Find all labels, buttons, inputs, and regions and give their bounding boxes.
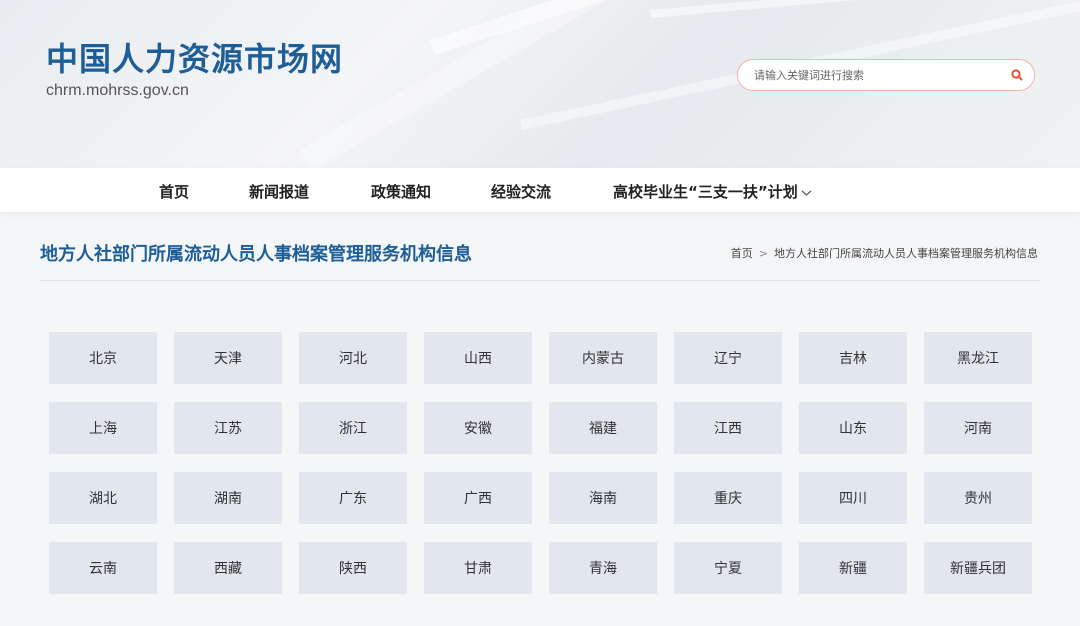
region-button[interactable]: 北京: [49, 332, 157, 384]
nav-item-news[interactable]: 新闻报道: [249, 181, 309, 202]
region-button[interactable]: 江西: [674, 402, 782, 454]
header-decoration: [650, 0, 1070, 18]
region-button[interactable]: 新疆: [799, 542, 907, 594]
region-button[interactable]: 甘肃: [424, 542, 532, 594]
region-button[interactable]: 吉林: [799, 332, 907, 384]
region-button[interactable]: 辽宁: [674, 332, 782, 384]
region-button[interactable]: 云南: [49, 542, 157, 594]
header-decoration: [300, 0, 642, 168]
region-button[interactable]: 山东: [799, 402, 907, 454]
region-button[interactable]: 江苏: [174, 402, 282, 454]
region-button[interactable]: 内蒙古: [549, 332, 657, 384]
nav-item-experience[interactable]: 经验交流: [491, 181, 551, 202]
nav-item-label: 新闻报道: [249, 183, 310, 201]
region-button[interactable]: 四川: [799, 472, 907, 524]
region-button[interactable]: 贵州: [924, 472, 1032, 524]
site-domain: chrm.mohrss.gov.cn: [46, 82, 189, 99]
region-button[interactable]: 西藏: [174, 542, 282, 594]
search-box: [737, 59, 1035, 91]
search-icon[interactable]: [1010, 68, 1024, 82]
page-title: 地方人社部门所属流动人员人事档案管理服务机构信息: [40, 244, 472, 265]
nav-item-policy[interactable]: 政策通知: [371, 181, 431, 202]
region-button[interactable]: 山西: [424, 332, 532, 384]
region-button[interactable]: 青海: [549, 542, 657, 594]
region-button[interactable]: 河北: [299, 332, 407, 384]
region-grid: 北京 天津 河北 山西 内蒙古 辽宁 吉林 黑龙江 上海 江苏 浙江 安徽 福建…: [49, 332, 1032, 594]
region-button[interactable]: 黑龙江: [924, 332, 1032, 384]
site-header: 中国人力资源市场网 chrm.mohrss.gov.cn: [0, 0, 1080, 168]
breadcrumb: 首页 > 地方人社部门所属流动人员人事档案管理服务机构信息: [731, 245, 1038, 261]
region-button[interactable]: 海南: [549, 472, 657, 524]
breadcrumb-current: 地方人社部门所属流动人员人事档案管理服务机构信息: [774, 247, 1038, 260]
region-button[interactable]: 宁夏: [674, 542, 782, 594]
region-button[interactable]: 广东: [299, 472, 407, 524]
chevron-down-icon: [801, 183, 812, 201]
nav-item-label: 经验交流: [491, 183, 552, 201]
nav-item-home[interactable]: 首页: [159, 181, 189, 202]
search-input[interactable]: [754, 66, 1004, 84]
divider: [40, 280, 1040, 281]
region-button[interactable]: 浙江: [299, 402, 407, 454]
region-button[interactable]: 河南: [924, 402, 1032, 454]
region-button[interactable]: 福建: [549, 402, 657, 454]
breadcrumb-separator: >: [758, 247, 768, 260]
region-button[interactable]: 湖北: [49, 472, 157, 524]
nav-item-label: 高校毕业生“三支一扶”计划: [613, 183, 798, 201]
site-title[interactable]: 中国人力资源市场网: [46, 34, 343, 80]
breadcrumb-home-link[interactable]: 首页: [731, 247, 753, 260]
nav-item-label: 政策通知: [371, 183, 432, 201]
nav-item-sanzhiyifu[interactable]: 高校毕业生“三支一扶”计划: [613, 181, 812, 202]
nav-item-label: 首页: [159, 183, 190, 201]
region-button[interactable]: 重庆: [674, 472, 782, 524]
main-nav: 首页 新闻报道 政策通知 经验交流 高校毕业生“三支一扶”计划: [0, 168, 1080, 212]
region-button[interactable]: 陕西: [299, 542, 407, 594]
region-button[interactable]: 湖南: [174, 472, 282, 524]
region-button[interactable]: 广西: [424, 472, 532, 524]
region-button[interactable]: 安徽: [424, 402, 532, 454]
region-button[interactable]: 上海: [49, 402, 157, 454]
region-button[interactable]: 天津: [174, 332, 282, 384]
region-button[interactable]: 新疆兵团: [924, 542, 1032, 594]
